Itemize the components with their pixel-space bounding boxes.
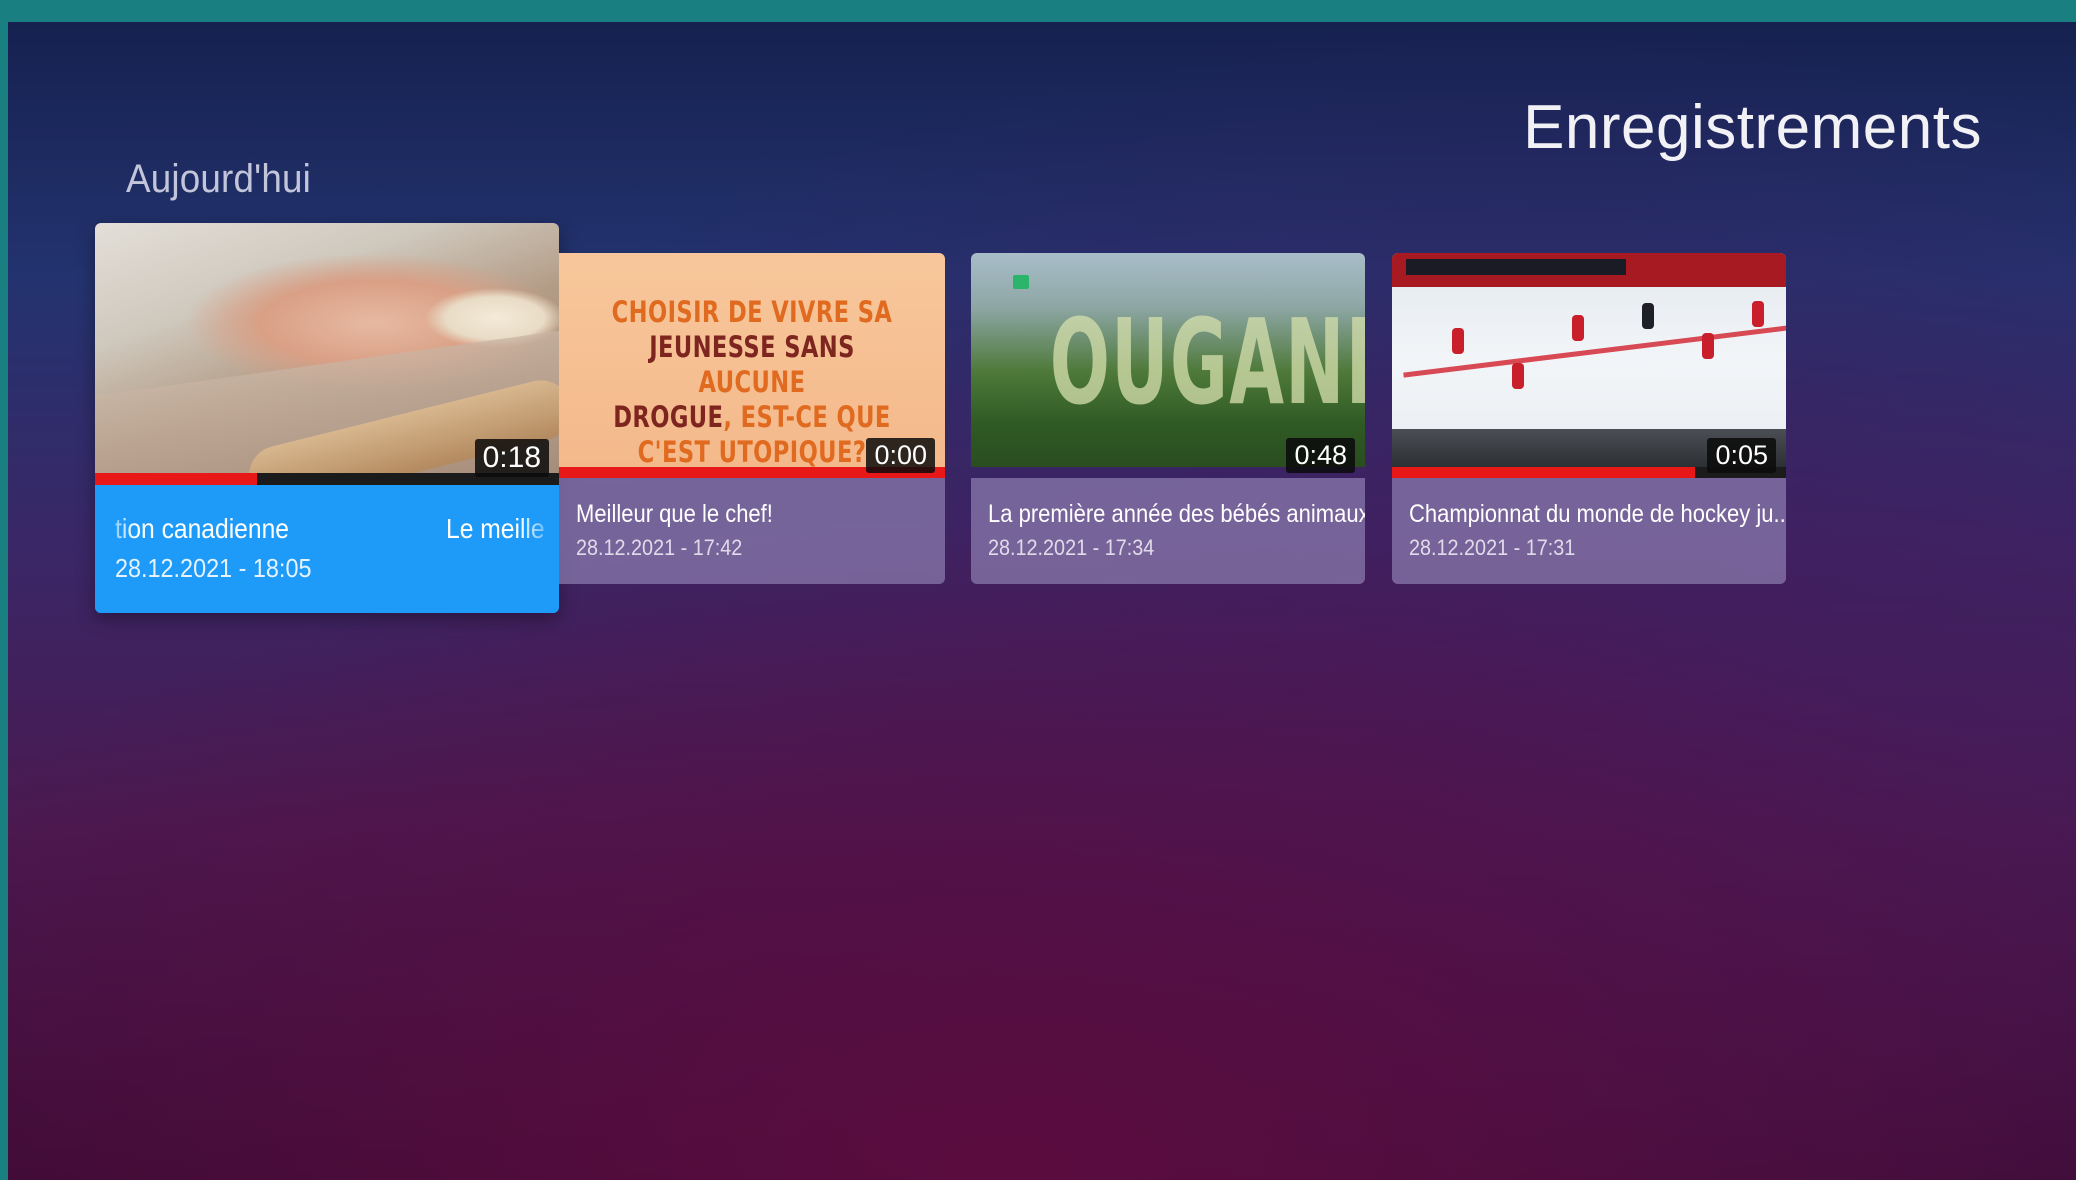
progress-fill: [95, 473, 258, 485]
recording-card-focused[interactable]: 0:18 tion canadienne Le meille 28.12.202…: [95, 223, 559, 613]
duration-badge: 0:05: [1707, 438, 1776, 473]
page-title: Enregistrements: [1523, 93, 1982, 162]
channel-logo-icon: [1013, 275, 1029, 289]
progress-fill: [1392, 467, 1696, 478]
section-title: Aujourd'hui: [126, 157, 312, 201]
recording-date: 28.12.2021 - 17:42: [576, 535, 743, 560]
duration-badge: 0:00: [866, 438, 935, 473]
recording-title: Meilleur que le chef!: [576, 500, 773, 528]
recording-info: La première année des bébés animaux 28.1…: [971, 478, 1365, 584]
recording-title: Championnat du monde de hockey ju..: [1409, 500, 1786, 528]
recording-card[interactable]: 0:05 Championnat du monde de hockey ju..…: [1392, 253, 1786, 584]
recording-date: 28.12.2021 - 17:31: [1409, 535, 1576, 560]
scoreboard: [1406, 259, 1626, 275]
duration-badge: 0:48: [1286, 438, 1355, 473]
recording-date: 28.12.2021 - 17:34: [988, 535, 1155, 560]
thumbnail-text: CHOISIR DE VIVRE SA JEUNESSE SANS AUCUNE…: [611, 295, 893, 467]
recording-title: La première année des bébés animaux: [988, 500, 1365, 528]
recording-card[interactable]: OUGANDA 0:48 La première année des bébés…: [971, 253, 1365, 584]
recording-thumbnail: OUGANDA: [971, 253, 1365, 467]
thumbnail-text: OUGANDA: [1049, 293, 1365, 431]
duration-badge: 0:18: [474, 439, 549, 477]
recording-thumbnail: CHOISIR DE VIVRE SA JEUNESSE SANS AUCUNE…: [559, 253, 945, 467]
recording-thumbnail: [95, 223, 559, 473]
recording-date: 28.12.2021 - 18:05: [115, 553, 312, 583]
recording-thumbnail: [1392, 253, 1786, 467]
recordings-screen: Enregistrements Aujourd'hui 0:18 tion ca…: [8, 22, 2076, 1180]
recording-info: Meilleur que le chef! 28.12.2021 - 17:42: [559, 478, 945, 584]
recording-title: tion canadienne: [115, 513, 290, 544]
recording-info: Championnat du monde de hockey ju.. 28.1…: [1392, 478, 1786, 584]
recording-info: tion canadienne Le meille 28.12.2021 - 1…: [95, 485, 559, 613]
recording-card[interactable]: CHOISIR DE VIVRE SA JEUNESSE SANS AUCUNE…: [559, 253, 945, 584]
